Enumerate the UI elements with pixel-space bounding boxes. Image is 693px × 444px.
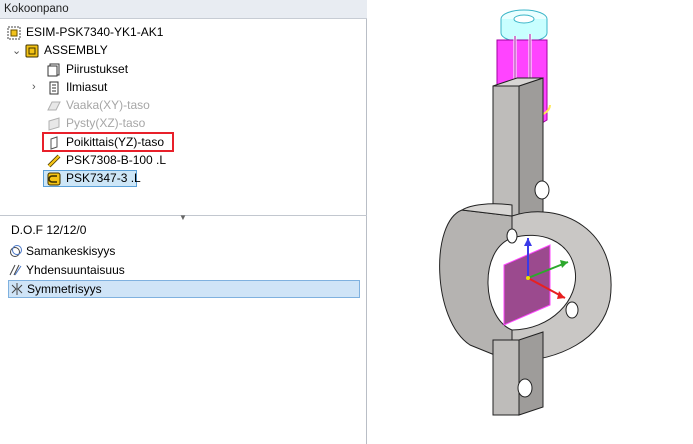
tree-item-piirustukset[interactable]: Piirustukset (46, 61, 128, 78)
tree-item-label: Poikittais(YZ)-taso (66, 135, 165, 149)
assembly-icon (24, 43, 40, 59)
model-view (439, 9, 612, 416)
constraint-symmetry[interactable]: Symmetrisyys (8, 280, 360, 298)
rod-part-icon (46, 153, 62, 169)
tree-item-ilmiasut[interactable]: Ilmiasut (46, 79, 107, 96)
constraint-label: Yhdensuuntaisuus (26, 263, 125, 277)
tree-item-yz-plane[interactable]: Poikittais(YZ)-taso (46, 134, 164, 151)
tree-assembly-label: ASSEMBLY (44, 43, 108, 57)
plane-icon (46, 135, 62, 151)
tree-item-psk7347[interactable]: PSK7347-3 .L (46, 170, 141, 187)
tree-root[interactable]: ESIM-PSK7340-YK1-AK1 (6, 24, 163, 41)
tree-item-label: Pysty(XZ)-taso (66, 116, 146, 130)
tree-root-label: ESIM-PSK7340-YK1-AK1 (26, 25, 164, 39)
dof-label: D.O.F 12/12/0 (11, 223, 87, 237)
chevron-down-icon[interactable]: ⌄ (12, 46, 22, 57)
representations-icon (46, 80, 62, 96)
collapse-arrow-icon[interactable]: ▼ (179, 213, 187, 222)
tree-item-label: PSK7347-3 .L (66, 171, 141, 185)
clamp-part-icon (46, 171, 62, 187)
tree-item-label: PSK7308-B-100 .L (66, 153, 167, 167)
constraint-label: Samankeskisyys (26, 244, 116, 258)
panel-title-bar: Kokoonpano (0, 0, 367, 19)
constraint-label: Symmetrisyys (27, 282, 102, 296)
concentric-icon (8, 243, 24, 259)
plane-icon (46, 116, 62, 132)
tree-item-xz-plane[interactable]: Pysty(XZ)-taso (46, 115, 145, 132)
3d-viewport[interactable] (368, 0, 693, 444)
symmetry-icon (9, 281, 25, 297)
chevron-right-icon[interactable]: › (32, 82, 42, 93)
plane-icon (46, 98, 62, 114)
tree-item-label: Vaaka(XY)-taso (66, 98, 150, 112)
top-cylinder (500, 9, 548, 43)
tree-item-label: Ilmiasut (66, 80, 108, 94)
lower-strap (492, 331, 544, 416)
assembly-panel: Kokoonpano ESIM-PSK7340-YK1-AK1 ⌄ ASSEMB… (0, 0, 367, 444)
parallel-icon (8, 262, 24, 278)
panel-title: Kokoonpano (4, 3, 69, 15)
tree-item-xy-plane[interactable]: Vaaka(XY)-taso (46, 97, 150, 114)
assembly-file-icon (6, 25, 22, 41)
constraint-parallel[interactable]: Yhdensuuntaisuus (8, 261, 360, 279)
constraint-concentric[interactable]: Samankeskisyys (8, 242, 360, 260)
tree-item-psk7308[interactable]: PSK7308-B-100 .L (46, 152, 166, 169)
tree-assembly[interactable]: ASSEMBLY (24, 42, 108, 59)
tree-item-label: Piirustukset (66, 62, 129, 76)
drawings-icon (46, 62, 62, 78)
